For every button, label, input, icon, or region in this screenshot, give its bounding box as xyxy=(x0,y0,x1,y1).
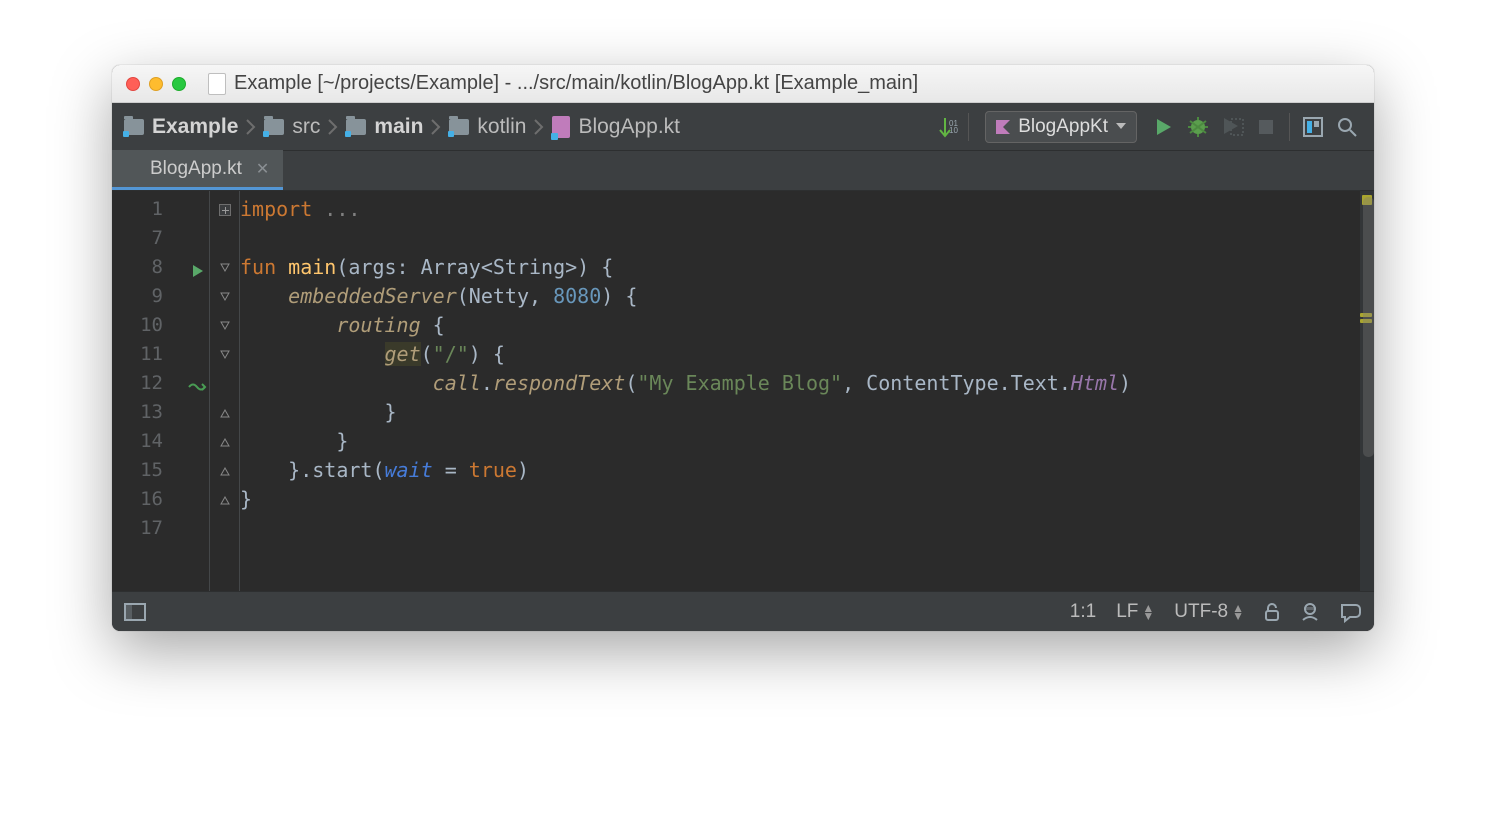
build-button[interactable]: 0110 xyxy=(928,110,962,144)
project-structure-button[interactable] xyxy=(1296,110,1330,144)
run-button[interactable] xyxy=(1147,110,1181,144)
code-line: } xyxy=(240,398,1374,427)
code-line: embeddedServer(Netty, 8080) { xyxy=(240,282,1374,311)
traffic-lights xyxy=(112,77,200,91)
line-number: 1 xyxy=(152,198,163,220)
stop-button[interactable] xyxy=(1249,110,1283,144)
fold-close-icon[interactable] xyxy=(220,408,230,418)
code-line: }.start(wait = true) xyxy=(240,456,1374,485)
code-area[interactable]: import ... fun main(args: Array<String>)… xyxy=(240,191,1374,591)
tool-windows-button[interactable] xyxy=(124,603,146,621)
breadcrumb-example[interactable]: Example xyxy=(118,115,244,139)
code-line: call.respondText("My Example Blog", Cont… xyxy=(240,369,1374,398)
caret-position[interactable]: 1:1 xyxy=(1070,601,1096,623)
line-number: 13 xyxy=(140,401,163,423)
fold-close-icon[interactable] xyxy=(220,495,230,505)
close-tab-button[interactable]: ✕ xyxy=(256,159,269,179)
coverage-button[interactable] xyxy=(1215,110,1249,144)
fold-close-icon[interactable] xyxy=(220,437,230,447)
line-number: 8 xyxy=(152,256,163,278)
code-line: } xyxy=(240,485,1374,514)
fold-collapse-icon[interactable] xyxy=(220,292,230,302)
breadcrumb-label: Example xyxy=(152,115,238,139)
toolbar: Example src main kotlin BlogApp.kt xyxy=(112,103,1374,151)
chevron-right-icon xyxy=(326,119,340,135)
breadcrumb-label: src xyxy=(292,115,320,139)
line-number: 11 xyxy=(140,343,163,365)
tab-blogapp[interactable]: BlogApp.kt ✕ xyxy=(112,150,283,190)
fold-close-icon[interactable] xyxy=(220,466,230,476)
fold-collapse-icon[interactable] xyxy=(220,321,230,331)
line-separator[interactable]: LF▲▼ xyxy=(1116,601,1154,623)
breadcrumb-label: BlogApp.kt xyxy=(578,115,680,139)
folder-icon xyxy=(124,119,144,135)
code-line: import ... xyxy=(240,195,1374,224)
search-button[interactable] xyxy=(1330,110,1364,144)
run-config-label: BlogAppKt xyxy=(1018,116,1108,138)
folder-icon xyxy=(346,119,366,135)
readonly-toggle[interactable] xyxy=(1264,603,1280,621)
titlebar: Example [~/projects/Example] - .../src/m… xyxy=(112,65,1374,103)
fold-collapse-icon[interactable] xyxy=(220,350,230,360)
code-line xyxy=(240,514,1374,543)
chevron-right-icon xyxy=(429,119,443,135)
run-config-selector[interactable]: BlogAppKt xyxy=(985,111,1137,143)
file-encoding[interactable]: UTF-8▲▼ xyxy=(1174,601,1244,623)
kotlin-file-icon xyxy=(126,159,142,179)
tab-label: BlogApp.kt xyxy=(150,158,242,180)
code-line: fun main(args: Array<String>) { xyxy=(240,253,1374,282)
breadcrumb-kotlin[interactable]: kotlin xyxy=(443,115,532,139)
editor[interactable]: 1 7 8 9 10 11 12 13 14 15 16 17 xyxy=(112,191,1374,591)
folder-icon xyxy=(449,119,469,135)
breadcrumb-file[interactable]: BlogApp.kt xyxy=(546,115,686,139)
code-line: } xyxy=(240,427,1374,456)
file-icon xyxy=(208,73,226,95)
statusbar: 1:1 LF▲▼ UTF-8▲▼ xyxy=(112,591,1374,631)
line-number: 10 xyxy=(140,314,163,336)
folder-icon xyxy=(264,119,284,135)
zoom-window-button[interactable] xyxy=(172,77,186,91)
close-window-button[interactable] xyxy=(126,77,140,91)
breadcrumb-main[interactable]: main xyxy=(340,115,429,139)
inspector-icon[interactable] xyxy=(1300,602,1320,622)
breadcrumb-label: main xyxy=(374,115,423,139)
fold-collapse-icon[interactable] xyxy=(220,263,230,273)
code-line: routing { xyxy=(240,311,1374,340)
debug-button[interactable] xyxy=(1181,110,1215,144)
toolbar-separator xyxy=(968,113,969,141)
scrollbar-thumb[interactable] xyxy=(1363,197,1374,457)
line-number: 17 xyxy=(140,517,163,539)
chevron-down-icon xyxy=(1116,123,1126,131)
code-line: get("/") { xyxy=(240,340,1374,369)
line-number: 15 xyxy=(140,459,163,481)
fold-expand-icon[interactable] xyxy=(219,204,231,216)
chevron-right-icon xyxy=(532,119,546,135)
breadcrumb-src[interactable]: src xyxy=(258,115,326,139)
breadcrumb-label: kotlin xyxy=(477,115,526,139)
line-number: 16 xyxy=(140,488,163,510)
kotlin-icon xyxy=(996,120,1010,134)
chevron-right-icon xyxy=(244,119,258,135)
fold-gutter xyxy=(210,191,240,591)
minimize-window-button[interactable] xyxy=(149,77,163,91)
editor-tabrow: BlogApp.kt ✕ xyxy=(112,151,1374,191)
toolbar-separator xyxy=(1289,113,1290,141)
breadcrumbs: Example src main kotlin BlogApp.kt xyxy=(118,115,686,139)
line-number: 12 xyxy=(140,372,163,394)
line-number: 9 xyxy=(152,285,163,307)
svg-text:10: 10 xyxy=(949,126,958,135)
ide-window: Example [~/projects/Example] - .../src/m… xyxy=(112,65,1374,631)
code-line xyxy=(240,224,1374,253)
line-number: 7 xyxy=(152,227,163,249)
line-gutter: 1 7 8 9 10 11 12 13 14 15 16 17 xyxy=(112,191,210,591)
event-log-icon[interactable] xyxy=(1340,603,1362,621)
line-number: 14 xyxy=(140,430,163,452)
window-title: Example [~/projects/Example] - .../src/m… xyxy=(234,72,918,95)
kotlin-file-icon xyxy=(552,116,570,138)
